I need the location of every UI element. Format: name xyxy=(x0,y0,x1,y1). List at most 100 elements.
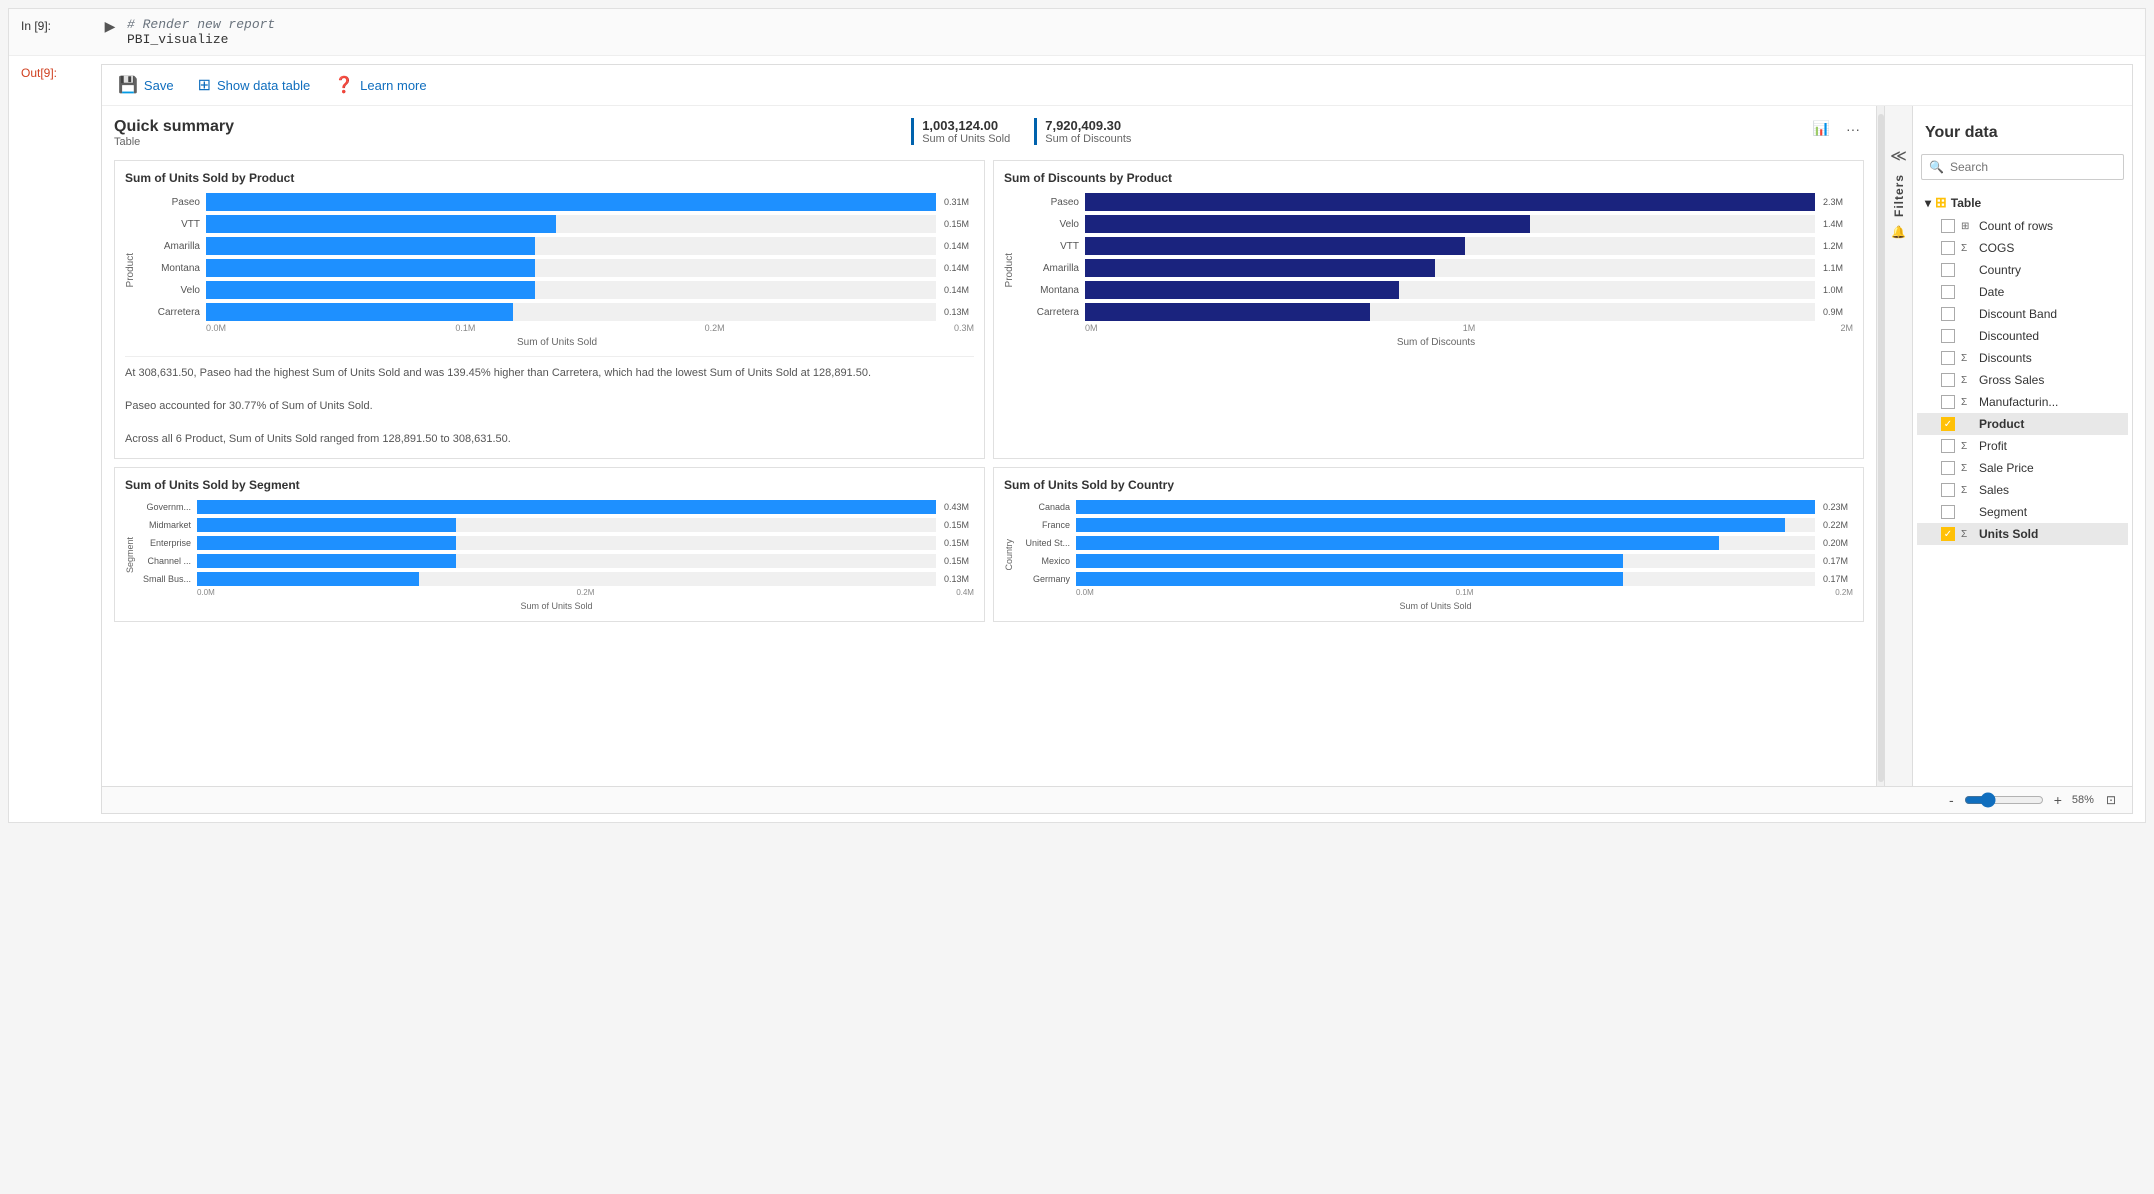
table-row: Channel ... 0.15M xyxy=(139,554,974,568)
search-icon: 🔍 xyxy=(1929,160,1944,174)
field-checkbox[interactable] xyxy=(1941,219,1955,233)
field-checkbox[interactable] xyxy=(1941,307,1955,321)
field-label: Discounted xyxy=(1979,329,2039,343)
qs-titles: Quick summary Table xyxy=(114,118,234,148)
chart4-inner: Country Canada 0.23M xyxy=(1004,500,1853,611)
table-row: France 0.22M xyxy=(1018,518,1853,532)
field-checkbox[interactable] xyxy=(1941,395,1955,409)
save-button[interactable]: 💾 Save xyxy=(118,75,174,95)
fit-screen-button[interactable]: ⊡ xyxy=(2102,791,2120,809)
chart-units-segment: Sum of Units Sold by Segment Segment Gov… xyxy=(114,467,985,622)
field-checkbox[interactable] xyxy=(1941,505,1955,519)
chart2-y-label: Product xyxy=(1004,253,1015,287)
table-row: VTT 0.15M xyxy=(140,215,974,233)
table-row: Paseo 0.31M xyxy=(140,193,974,211)
learn-more-button[interactable]: ❓ Learn more xyxy=(334,75,426,95)
field-label: Count of rows xyxy=(1979,219,2053,233)
table-tree: ▾ ⊞ Table ⊞ Count of rows xyxy=(1913,190,2132,545)
field-manufacturing[interactable]: Σ Manufacturin... xyxy=(1917,391,2128,413)
field-checkbox[interactable] xyxy=(1941,483,1955,497)
chart3-x-ticks: 0.0M0.2M0.4M xyxy=(197,588,974,597)
collapse-icon[interactable]: ≪ xyxy=(1890,146,1907,166)
filters-label: Filters xyxy=(1892,174,1906,217)
field-label: Gross Sales xyxy=(1979,373,2044,387)
field-checkbox-checked[interactable]: ✓ xyxy=(1941,417,1955,431)
field-country[interactable]: Country xyxy=(1917,259,2128,281)
field-checkbox[interactable] xyxy=(1941,439,1955,453)
quick-summary-title: Quick summary xyxy=(114,118,234,136)
save-label: Save xyxy=(144,78,174,93)
zoom-out-button[interactable]: - xyxy=(1947,792,1956,808)
table-tree-header[interactable]: ▾ ⊞ Table xyxy=(1917,190,2128,215)
field-type-icon: Σ xyxy=(1961,353,1973,364)
table-row: Midmarket 0.15M xyxy=(139,518,974,532)
status-bar: - + 58% ⊡ xyxy=(102,786,2132,813)
chart4-title: Sum of Units Sold by Country xyxy=(1004,478,1853,492)
field-discounts[interactable]: Σ Discounts xyxy=(1917,347,2128,369)
field-type-icon: Σ xyxy=(1961,441,1973,452)
table-row: Amarilla 1.1M xyxy=(1019,259,1853,277)
field-gross-sales[interactable]: Σ Gross Sales xyxy=(1917,369,2128,391)
visualize-icon-button[interactable]: 📊 xyxy=(1809,118,1834,139)
field-checkbox[interactable] xyxy=(1941,285,1955,299)
field-units-sold[interactable]: ✓ Σ Units Sold xyxy=(1917,523,2128,545)
chart3-inner: Segment Governm... 0.43M xyxy=(125,500,974,611)
chart2-bar-chart: Paseo 2.3M Velo 1.4M xyxy=(1019,193,1853,321)
table-tree-name: Table xyxy=(1951,196,1981,210)
table-row: Germany 0.17M xyxy=(1018,572,1853,586)
chart4-x-ticks: 0.0M0.1M0.2M xyxy=(1076,588,1853,597)
scroll-thumb[interactable] xyxy=(1878,114,1884,782)
field-profit[interactable]: Σ Profit xyxy=(1917,435,2128,457)
show-data-table-button[interactable]: ⊞ Show data table xyxy=(198,75,311,95)
field-count-of-rows[interactable]: ⊞ Count of rows xyxy=(1917,215,2128,237)
field-checkbox-checked[interactable]: ✓ xyxy=(1941,527,1955,541)
field-discount-band[interactable]: Discount Band xyxy=(1917,303,2128,325)
field-discounted[interactable]: Discounted xyxy=(1917,325,2128,347)
learn-more-label: Learn more xyxy=(360,78,426,93)
field-product[interactable]: ✓ Product xyxy=(1917,413,2128,435)
chart3-bar-chart: Governm... 0.43M Midmarket 0.15M xyxy=(139,500,974,586)
field-checkbox[interactable] xyxy=(1941,351,1955,365)
field-segment[interactable]: Segment xyxy=(1917,501,2128,523)
field-label: Product xyxy=(1979,417,2024,431)
field-type-icon: Σ xyxy=(1961,463,1973,474)
field-label: Discount Band xyxy=(1979,307,2057,321)
chart2-x-label: Sum of Discounts xyxy=(1019,337,1853,348)
chart4-bar-chart: Canada 0.23M France 0.22M xyxy=(1018,500,1853,586)
search-input[interactable] xyxy=(1921,154,2124,180)
table-row: Canada 0.23M xyxy=(1018,500,1853,514)
field-checkbox[interactable] xyxy=(1941,241,1955,255)
field-date[interactable]: Date xyxy=(1917,281,2128,303)
run-button[interactable]: ▶ xyxy=(101,17,119,35)
zoom-in-button[interactable]: + xyxy=(2052,792,2064,808)
charts-grid: Sum of Units Sold by Product Product Pas… xyxy=(114,160,1864,622)
field-label: Sales xyxy=(1979,483,2009,497)
zoom-slider[interactable] xyxy=(1964,792,2044,808)
field-cogs[interactable]: Σ COGS xyxy=(1917,237,2128,259)
field-checkbox[interactable] xyxy=(1941,263,1955,277)
field-checkbox[interactable] xyxy=(1941,461,1955,475)
field-checkbox[interactable] xyxy=(1941,373,1955,387)
more-options-button[interactable]: ··· xyxy=(1842,119,1864,139)
data-panel: Your data 🔍 ▾ ⊞ Table xyxy=(1913,106,2132,786)
table-row: Amarilla 0.14M xyxy=(140,237,974,255)
field-sale-price[interactable]: Σ Sale Price xyxy=(1917,457,2128,479)
field-checkbox[interactable] xyxy=(1941,329,1955,343)
table-row: Enterprise 0.15M xyxy=(139,536,974,550)
chart2-bars: Paseo 2.3M Velo 1.4M xyxy=(1019,193,1853,348)
info-icon: ❓ xyxy=(334,75,354,95)
field-type-icon: Σ xyxy=(1961,397,1973,408)
search-box: 🔍 xyxy=(1921,154,2124,180)
charts-row-2: Sum of Units Sold by Segment Segment Gov… xyxy=(114,467,1864,622)
quick-summary-header: Quick summary Table 1,003,124.00 Sum of … xyxy=(114,118,1864,148)
expand-icon: ▾ xyxy=(1925,196,1931,210)
chart-units-sold-product: Sum of Units Sold by Product Product Pas… xyxy=(114,160,985,459)
chart4-y-label: Country xyxy=(1004,539,1014,571)
chart1-inner: Product Paseo 0.31M xyxy=(125,193,974,348)
scrollbar[interactable] xyxy=(1876,106,1884,786)
notebook-cell: In [9]: ▶ # Render new report PBI_visual… xyxy=(8,8,2146,823)
field-sales[interactable]: Σ Sales xyxy=(1917,479,2128,501)
field-label: Segment xyxy=(1979,505,2027,519)
chart1-x-label: Sum of Units Sold xyxy=(140,337,974,348)
filters-panel[interactable]: ≪ Filters 🔔 xyxy=(1884,106,1912,786)
